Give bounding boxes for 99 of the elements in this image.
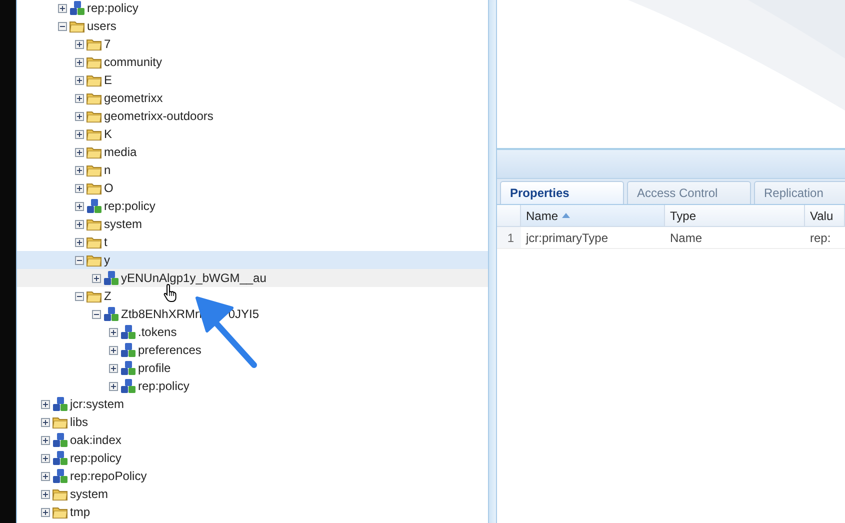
node-label[interactable]: 0JYI5 <box>228 307 260 321</box>
hand-cursor-icon <box>163 283 179 303</box>
expand-icon[interactable] <box>75 166 84 174</box>
expand-icon[interactable] <box>41 400 50 408</box>
expand-icon[interactable] <box>75 76 84 84</box>
tree-row[interactable]: t <box>17 233 488 251</box>
expand-icon[interactable] <box>41 454 50 462</box>
expand-icon[interactable] <box>41 418 50 426</box>
tree-row[interactable]: system <box>17 215 488 233</box>
node-label[interactable]: rep:repoPolicy <box>70 469 147 483</box>
node-label[interactable]: .tokens <box>138 325 177 339</box>
expand-icon[interactable] <box>75 58 84 66</box>
tree-row[interactable]: E <box>17 71 488 89</box>
collapse-icon[interactable] <box>58 22 67 30</box>
expand-icon[interactable] <box>75 148 84 156</box>
tree-row[interactable]: n <box>17 161 488 179</box>
node-label[interactable]: community <box>104 55 162 69</box>
expand-icon[interactable] <box>41 490 50 498</box>
node-label[interactable]: libs <box>70 415 88 429</box>
tree-row[interactable]: y <box>17 251 488 269</box>
tree-row[interactable]: media <box>17 143 488 161</box>
header-cell <box>497 205 521 227</box>
tree-row[interactable]: Z <box>17 287 488 305</box>
node-label[interactable]: Z <box>104 289 112 303</box>
node-label[interactable]: K <box>104 127 112 141</box>
node-label[interactable]: t <box>104 235 108 249</box>
row-number: 1 <box>497 227 521 249</box>
expand-icon[interactable] <box>75 238 84 246</box>
node-label[interactable]: y <box>104 253 110 267</box>
node-label[interactable]: preferences <box>138 343 202 357</box>
table-cell: Name <box>665 227 805 249</box>
tree-row[interactable]: community <box>17 53 488 71</box>
node-label[interactable]: rep:policy <box>87 1 138 15</box>
node-label[interactable]: rep:policy <box>104 199 156 213</box>
tree-row[interactable]: rep:policy <box>17 449 488 467</box>
expand-icon[interactable] <box>75 202 84 210</box>
node-label[interactable]: rep:policy <box>70 451 122 465</box>
expand-icon[interactable] <box>75 94 84 102</box>
expand-icon[interactable] <box>92 274 101 282</box>
expand-icon[interactable] <box>75 40 84 48</box>
collapse-icon[interactable] <box>75 256 84 264</box>
expand-icon[interactable] <box>75 130 84 138</box>
tree-row[interactable]: profile <box>17 359 488 377</box>
expand-icon[interactable] <box>41 436 50 444</box>
node-label[interactable]: profile <box>138 361 171 375</box>
node-label[interactable]: oak:index <box>70 433 122 447</box>
column-header[interactable]: Type <box>665 205 805 227</box>
column-header[interactable]: Valu <box>805 205 845 227</box>
tab[interactable]: Access Control <box>627 181 751 204</box>
node-label[interactable]: rep:policy <box>138 379 190 393</box>
node-label[interactable]: jcr:system <box>70 397 124 411</box>
tree-row[interactable]: libs <box>17 413 488 431</box>
node-label[interactable]: users <box>87 19 116 33</box>
node-label[interactable]: n <box>104 163 111 177</box>
tree-row[interactable]: yENUnAlgp1y_bWGM__au <box>17 269 488 287</box>
node-label[interactable]: O <box>104 181 114 195</box>
node-label[interactable]: geometrixx-outdoors <box>104 109 214 123</box>
table-cell: rep: <box>805 227 845 249</box>
expand-icon[interactable] <box>41 508 50 516</box>
tab[interactable]: Properties <box>500 181 624 204</box>
expand-icon[interactable] <box>109 328 118 336</box>
table-cell: jcr:primaryType <box>521 227 665 249</box>
tree-row[interactable]: users <box>17 17 488 35</box>
tree-row[interactable]: rep:policy <box>17 377 488 395</box>
expand-icon[interactable] <box>75 184 84 192</box>
expand-icon[interactable] <box>58 4 67 12</box>
sort-ascending-icon <box>562 213 570 218</box>
tree-row[interactable]: O <box>17 179 488 197</box>
expand-icon[interactable] <box>109 382 118 390</box>
node-label[interactable]: system <box>70 487 108 501</box>
collapse-icon[interactable] <box>92 310 101 318</box>
expand-icon[interactable] <box>109 364 118 372</box>
node-label[interactable]: system <box>104 217 142 231</box>
node-label[interactable]: tmp <box>70 505 90 519</box>
tree-row[interactable]: rep:policy <box>17 197 488 215</box>
node-label[interactable]: 7 <box>104 37 111 51</box>
column-header[interactable]: Name <box>521 205 665 227</box>
tree-row[interactable]: geometrixx-outdoors <box>17 107 488 125</box>
tree-row[interactable]: tmp <box>17 503 488 521</box>
expand-icon[interactable] <box>75 112 84 120</box>
tree-row[interactable]: preferences <box>17 341 488 359</box>
tree-row[interactable]: K <box>17 125 488 143</box>
tree-row[interactable]: geometrixx <box>17 89 488 107</box>
tree-row[interactable]: rep:policy <box>17 0 488 17</box>
node-label[interactable]: geometrixx <box>104 91 163 105</box>
expand-icon[interactable] <box>41 472 50 480</box>
node-label[interactable]: E <box>104 73 112 87</box>
tree-row[interactable]: .tokens <box>17 323 488 341</box>
tree-row[interactable]: 7 <box>17 35 488 53</box>
collapse-icon[interactable] <box>75 292 84 300</box>
tree-row[interactable]: oak:index <box>17 431 488 449</box>
node-label[interactable]: yENUnAlgp1y_bWGM__au <box>121 271 266 285</box>
expand-icon[interactable] <box>75 220 84 228</box>
tab[interactable]: Replication <box>754 181 845 204</box>
tree-row[interactable]: system <box>17 485 488 503</box>
node-label[interactable]: media <box>104 145 137 159</box>
tree-row[interactable]: rep:repoPolicy <box>17 467 488 485</box>
expand-icon[interactable] <box>109 346 118 354</box>
tree-row[interactable]: jcr:system <box>17 395 488 413</box>
